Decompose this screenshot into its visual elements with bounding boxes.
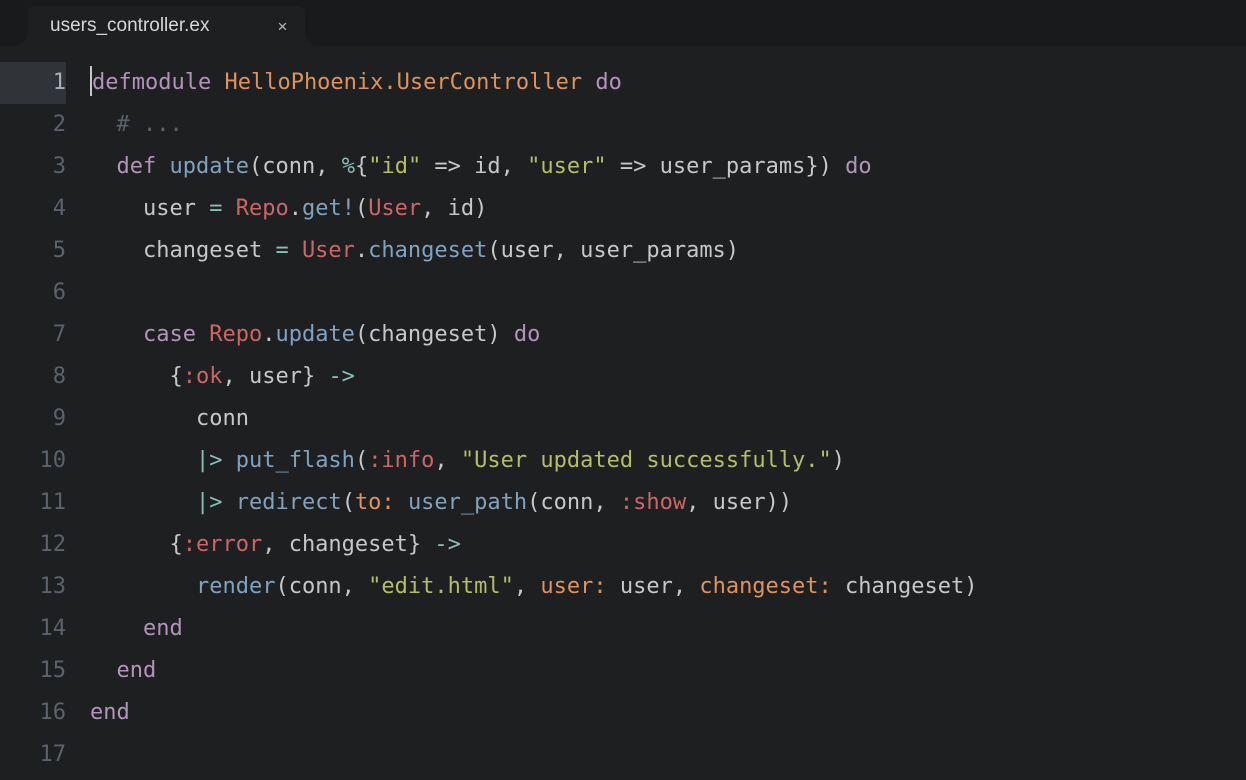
- line-number: 4: [0, 188, 66, 230]
- code-line[interactable]: conn: [90, 398, 1246, 440]
- line-number: 12: [0, 524, 66, 566]
- line-number: 17: [0, 734, 66, 776]
- code-line[interactable]: |> redirect(to: user_path(conn, :show, u…: [90, 482, 1246, 524]
- cursor: [90, 66, 92, 96]
- line-number: 16: [0, 692, 66, 734]
- line-number: 14: [0, 608, 66, 650]
- code-line[interactable]: [90, 272, 1246, 314]
- line-number: 2: [0, 104, 66, 146]
- line-number: 6: [0, 272, 66, 314]
- code-line[interactable]: user = Repo.get!(User, id): [90, 188, 1246, 230]
- code-line[interactable]: end: [90, 650, 1246, 692]
- tab-bar: users_controller.ex ×: [0, 0, 1246, 46]
- close-icon[interactable]: ×: [277, 18, 287, 35]
- line-number: 1: [0, 62, 66, 104]
- line-number: 7: [0, 314, 66, 356]
- code-editor[interactable]: 1 2 3 4 5 6 7 8 9 10 11 12 13 14 15 16 1…: [0, 46, 1246, 780]
- file-tab[interactable]: users_controller.ex ×: [28, 6, 305, 46]
- line-number: 11: [0, 482, 66, 524]
- code-line[interactable]: end: [90, 692, 1246, 734]
- code-line[interactable]: [90, 734, 1246, 776]
- code-line[interactable]: # ...: [90, 104, 1246, 146]
- line-number: 15: [0, 650, 66, 692]
- gutter: 1 2 3 4 5 6 7 8 9 10 11 12 13 14 15 16 1…: [0, 62, 90, 780]
- code-area[interactable]: defmodule HelloPhoenix.UserController do…: [90, 62, 1246, 780]
- line-number: 10: [0, 440, 66, 482]
- code-line[interactable]: defmodule HelloPhoenix.UserController do: [90, 62, 1246, 104]
- line-number: 3: [0, 146, 66, 188]
- tab-filename: users_controller.ex: [50, 15, 209, 37]
- code-line[interactable]: {:error, changeset} ->: [90, 524, 1246, 566]
- line-number: 13: [0, 566, 66, 608]
- code-line[interactable]: |> put_flash(:info, "User updated succes…: [90, 440, 1246, 482]
- code-line[interactable]: case Repo.update(changeset) do: [90, 314, 1246, 356]
- line-number: 9: [0, 398, 66, 440]
- code-line[interactable]: end: [90, 608, 1246, 650]
- code-line[interactable]: {:ok, user} ->: [90, 356, 1246, 398]
- line-number: 8: [0, 356, 66, 398]
- code-line[interactable]: def update(conn, %{"id" => id, "user" =>…: [90, 146, 1246, 188]
- line-number: 5: [0, 230, 66, 272]
- code-line[interactable]: render(conn, "edit.html", user: user, ch…: [90, 566, 1246, 608]
- code-line[interactable]: changeset = User.changeset(user, user_pa…: [90, 230, 1246, 272]
